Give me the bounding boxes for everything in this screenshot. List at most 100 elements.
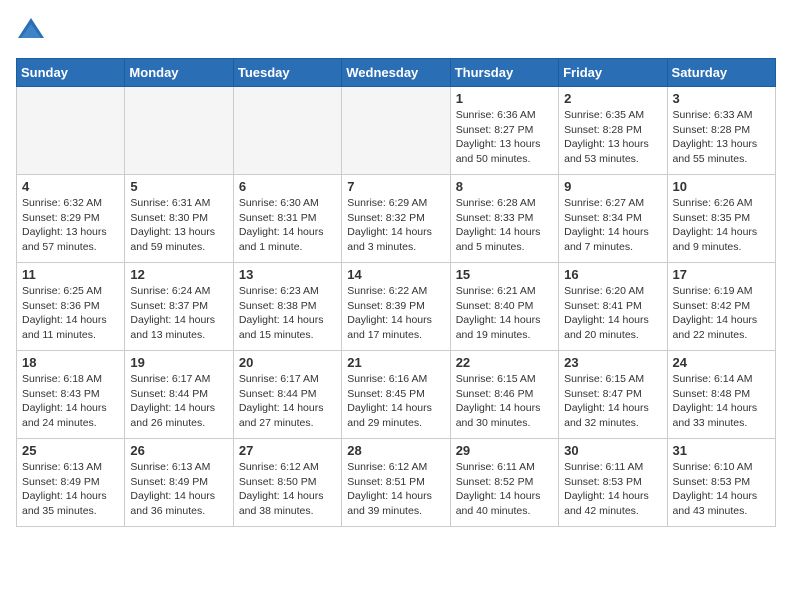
day-number: 19 [130,355,227,370]
calendar-cell: 13Sunrise: 6:23 AM Sunset: 8:38 PM Dayli… [233,263,341,351]
day-info: Sunrise: 6:23 AM Sunset: 8:38 PM Dayligh… [239,284,336,343]
day-number: 14 [347,267,444,282]
day-info: Sunrise: 6:12 AM Sunset: 8:50 PM Dayligh… [239,460,336,519]
day-info: Sunrise: 6:13 AM Sunset: 8:49 PM Dayligh… [22,460,119,519]
weekday-header-saturday: Saturday [667,59,775,87]
day-number: 16 [564,267,661,282]
calendar-cell [233,87,341,175]
calendar-cell: 9 Sunrise: 6:27 AM Sunset: 8:34 PM Daylig… [559,175,667,263]
calendar-cell: 26Sunrise: 6:13 AM Sunset: 8:49 PM Dayli… [125,439,233,527]
calendar-cell: 2 Sunrise: 6:35 AM Sunset: 8:28 PM Daylig… [559,87,667,175]
week-row-0: 1Sunrise: 6:36 AM Sunset: 8:27 PM Daylig… [17,87,776,175]
weekday-header-monday: Monday [125,59,233,87]
calendar-cell: 23Sunrise: 6:15 AM Sunset: 8:47 PM Dayli… [559,351,667,439]
calendar-cell: 25 Sunrise: 6:13 AM Sunset: 8:49 PM Dayli… [17,439,125,527]
calendar-cell: 11 Sunrise: 6:25 AM Sunset: 8:36 PM Dayli… [17,263,125,351]
calendar-cell: 12Sunrise: 6:24 AM Sunset: 8:37 PM Dayli… [125,263,233,351]
day-number: 18 [22,355,119,370]
day-number: 7 [347,179,444,194]
weekday-header-friday: Friday [559,59,667,87]
day-number: 10 [673,179,770,194]
day-info: Sunrise: 6:22 AM Sunset: 8:39 PM Dayligh… [347,284,444,343]
week-row-3: 18 Sunrise: 6:18 AM Sunset: 8:43 PM Dayli… [17,351,776,439]
day-number: 6 [239,179,336,194]
day-info: Sunrise: 6:10 AM Sunset: 8:53 PM Dayligh… [673,460,770,519]
calendar-cell: 21 Sunrise: 6:16 AM Sunset: 8:45 PM Dayli… [342,351,450,439]
day-info: Sunrise: 6:32 AM Sunset: 8:29 PM Dayligh… [22,196,119,255]
calendar-cell [342,87,450,175]
day-info: Sunrise: 6:17 AM Sunset: 8:44 PM Dayligh… [239,372,336,431]
day-number: 2 [564,91,661,106]
day-info: Sunrise: 6:11 AM Sunset: 8:52 PM Dayligh… [456,460,553,519]
day-number: 21 [347,355,444,370]
logo-icon [16,16,46,46]
day-info: Sunrise: 6:19 AM Sunset: 8:42 PM Dayligh… [673,284,770,343]
day-info: Sunrise: 6:27 AM Sunset: 8:34 PM Dayligh… [564,196,661,255]
day-info: Sunrise: 6:30 AM Sunset: 8:31 PM Dayligh… [239,196,336,255]
calendar-cell: 27 Sunrise: 6:12 AM Sunset: 8:50 PM Dayli… [233,439,341,527]
day-number: 25 [22,443,119,458]
day-info: Sunrise: 6:11 AM Sunset: 8:53 PM Dayligh… [564,460,661,519]
day-number: 27 [239,443,336,458]
day-info: Sunrise: 6:35 AM Sunset: 8:28 PM Dayligh… [564,108,661,167]
day-number: 24 [673,355,770,370]
calendar-cell: 19 Sunrise: 6:17 AM Sunset: 8:44 PM Dayli… [125,351,233,439]
day-info: Sunrise: 6:15 AM Sunset: 8:47 PM Dayligh… [564,372,661,431]
day-number: 9 [564,179,661,194]
calendar-cell: 3 Sunrise: 6:33 AM Sunset: 8:28 PM Daylig… [667,87,775,175]
logo [16,16,50,46]
day-info: Sunrise: 6:29 AM Sunset: 8:32 PM Dayligh… [347,196,444,255]
day-number: 12 [130,267,227,282]
calendar-cell [125,87,233,175]
calendar-cell: 30 Sunrise: 6:11 AM Sunset: 8:53 PM Dayli… [559,439,667,527]
day-info: Sunrise: 6:33 AM Sunset: 8:28 PM Dayligh… [673,108,770,167]
calendar-cell: 15 Sunrise: 6:21 AM Sunset: 8:40 PM Dayli… [450,263,558,351]
calendar-table: SundayMondayTuesdayWednesdayThursdayFrid… [16,58,776,527]
day-number: 11 [22,267,119,282]
day-info: Sunrise: 6:15 AM Sunset: 8:46 PM Dayligh… [456,372,553,431]
weekday-header-thursday: Thursday [450,59,558,87]
day-number: 30 [564,443,661,458]
day-info: Sunrise: 6:14 AM Sunset: 8:48 PM Dayligh… [673,372,770,431]
day-number: 26 [130,443,227,458]
week-row-4: 25 Sunrise: 6:13 AM Sunset: 8:49 PM Dayli… [17,439,776,527]
weekday-header-wednesday: Wednesday [342,59,450,87]
day-number: 8 [456,179,553,194]
day-info: Sunrise: 6:21 AM Sunset: 8:40 PM Dayligh… [456,284,553,343]
day-number: 3 [673,91,770,106]
day-number: 28 [347,443,444,458]
day-info: Sunrise: 6:17 AM Sunset: 8:44 PM Dayligh… [130,372,227,431]
day-info: Sunrise: 6:16 AM Sunset: 8:45 PM Dayligh… [347,372,444,431]
day-number: 22 [456,355,553,370]
calendar-cell: 4 Sunrise: 6:32 AM Sunset: 8:29 PM Daylig… [17,175,125,263]
calendar-cell: 22 Sunrise: 6:15 AM Sunset: 8:46 PM Dayli… [450,351,558,439]
calendar-cell: 20Sunrise: 6:17 AM Sunset: 8:44 PM Dayli… [233,351,341,439]
day-number: 15 [456,267,553,282]
week-row-2: 11 Sunrise: 6:25 AM Sunset: 8:36 PM Dayli… [17,263,776,351]
day-number: 17 [673,267,770,282]
day-info: Sunrise: 6:28 AM Sunset: 8:33 PM Dayligh… [456,196,553,255]
week-row-1: 4 Sunrise: 6:32 AM Sunset: 8:29 PM Daylig… [17,175,776,263]
calendar-cell: 28 Sunrise: 6:12 AM Sunset: 8:51 PM Dayli… [342,439,450,527]
calendar-cell: 1Sunrise: 6:36 AM Sunset: 8:27 PM Daylig… [450,87,558,175]
day-info: Sunrise: 6:25 AM Sunset: 8:36 PM Dayligh… [22,284,119,343]
day-info: Sunrise: 6:36 AM Sunset: 8:27 PM Dayligh… [456,108,553,167]
day-info: Sunrise: 6:26 AM Sunset: 8:35 PM Dayligh… [673,196,770,255]
page-header [16,16,776,46]
calendar-cell: 16Sunrise: 6:20 AM Sunset: 8:41 PM Dayli… [559,263,667,351]
calendar-cell: 18 Sunrise: 6:18 AM Sunset: 8:43 PM Dayli… [17,351,125,439]
weekday-header-sunday: Sunday [17,59,125,87]
calendar-cell: 17 Sunrise: 6:19 AM Sunset: 8:42 PM Dayli… [667,263,775,351]
calendar-cell: 31 Sunrise: 6:10 AM Sunset: 8:53 PM Dayli… [667,439,775,527]
calendar-cell: 14 Sunrise: 6:22 AM Sunset: 8:39 PM Dayli… [342,263,450,351]
day-number: 4 [22,179,119,194]
day-info: Sunrise: 6:12 AM Sunset: 8:51 PM Dayligh… [347,460,444,519]
day-info: Sunrise: 6:31 AM Sunset: 8:30 PM Dayligh… [130,196,227,255]
calendar-cell: 24 Sunrise: 6:14 AM Sunset: 8:48 PM Dayli… [667,351,775,439]
calendar-cell: 8 Sunrise: 6:28 AM Sunset: 8:33 PM Daylig… [450,175,558,263]
day-number: 5 [130,179,227,194]
day-number: 31 [673,443,770,458]
weekday-header-row: SundayMondayTuesdayWednesdayThursdayFrid… [17,59,776,87]
day-info: Sunrise: 6:18 AM Sunset: 8:43 PM Dayligh… [22,372,119,431]
calendar-cell: 7 Sunrise: 6:29 AM Sunset: 8:32 PM Daylig… [342,175,450,263]
